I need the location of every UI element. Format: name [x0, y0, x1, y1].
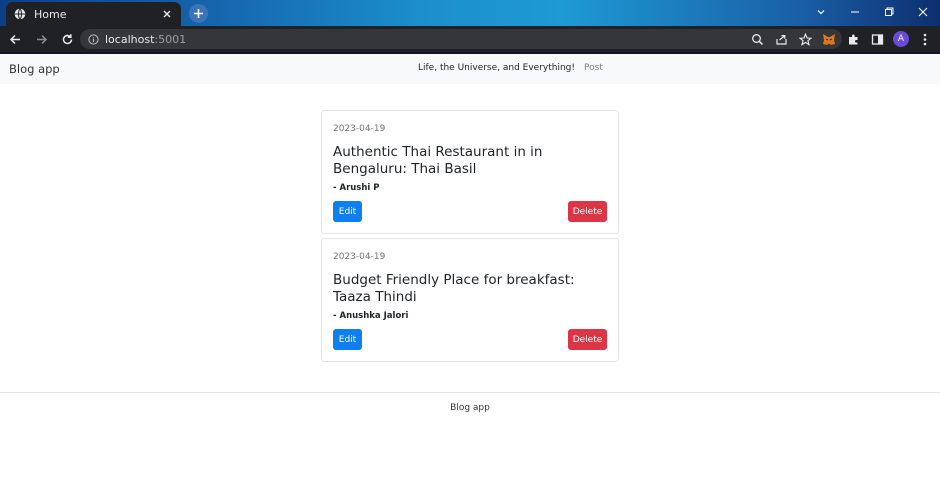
delete-button[interactable]: Delete [568, 329, 607, 350]
star-icon [798, 32, 812, 46]
minimize-button[interactable] [838, 0, 872, 24]
extensions-button[interactable] [844, 30, 862, 48]
browser-tab-home[interactable]: Home [6, 2, 181, 26]
post-card: 2023-04-19 Budget Friendly Place for bre… [321, 238, 619, 362]
post-title: Budget Friendly Place for breakfast: Taa… [333, 272, 575, 305]
close-icon [918, 7, 928, 17]
restore-button[interactable] [872, 0, 906, 24]
share-icon [775, 34, 787, 45]
navbar-brand[interactable]: Blog app [9, 62, 60, 76]
post-title: Authentic Thai Restaurant in in Bengalur… [333, 144, 543, 177]
reload-icon [62, 33, 72, 44]
edit-button[interactable]: Edit [333, 329, 362, 350]
nav-link-post[interactable]: Post [584, 63, 603, 73]
new-tab-button[interactable] [189, 4, 208, 23]
footer-text: Blog app [450, 403, 490, 413]
puzzle-icon [848, 34, 857, 44]
kebab-menu-icon [923, 33, 927, 45]
close-window-button[interactable] [906, 0, 940, 24]
restore-icon [885, 7, 894, 16]
reload-button[interactable] [56, 28, 78, 50]
post-date: 2023-04-19 [333, 124, 386, 134]
browser-tab-strip: Home [0, 0, 940, 26]
post-author: - Anushka Jalori [333, 311, 409, 321]
post-date: 2023-04-19 [333, 252, 386, 262]
post-card: 2023-04-19 Authentic Thai Restaurant in … [321, 110, 619, 234]
bookmark-button[interactable] [796, 30, 814, 48]
toolbar-actions: A [748, 29, 934, 49]
metamask-extension-button[interactable] [820, 30, 838, 48]
chevron-down-icon [817, 10, 825, 15]
url-port: :5001 [154, 32, 187, 46]
magnifier-icon [751, 33, 763, 45]
info-icon [88, 33, 99, 45]
browser-menu-button[interactable] [916, 30, 934, 48]
close-tab-icon[interactable] [161, 8, 173, 20]
footer-divider [0, 392, 940, 393]
avatar: A [893, 31, 909, 47]
profile-button[interactable]: A [892, 30, 910, 48]
globe-icon [14, 8, 26, 20]
fox-icon [823, 33, 835, 45]
post-author: - Arushi P [333, 183, 380, 193]
zoom-button[interactable] [748, 30, 766, 48]
address-bar[interactable]: localhost:5001 [80, 29, 842, 49]
forward-button[interactable] [30, 28, 52, 50]
plus-icon [194, 9, 203, 18]
side-panel-button[interactable] [868, 30, 886, 48]
delete-button[interactable]: Delete [568, 201, 607, 222]
app-navbar: Blog app Life, the Universe, and Everyth… [0, 54, 940, 84]
share-button[interactable] [772, 30, 790, 48]
arrow-right-icon [36, 34, 47, 44]
back-button[interactable] [4, 28, 26, 50]
nav-link-home[interactable]: Life, the Universe, and Everything! [418, 63, 575, 73]
minimize-icon [851, 11, 859, 13]
arrow-left-icon [9, 34, 20, 44]
navbar-links: Life, the Universe, and Everything! Post [418, 63, 603, 73]
browser-toolbar: localhost:5001 A [0, 26, 940, 52]
edit-button[interactable]: Edit [333, 201, 362, 222]
side-panel-icon [871, 33, 883, 45]
tab-search-button[interactable] [804, 0, 838, 24]
url-host: localhost [105, 32, 155, 46]
tab-title: Home [34, 7, 67, 21]
window-controls [804, 0, 940, 24]
